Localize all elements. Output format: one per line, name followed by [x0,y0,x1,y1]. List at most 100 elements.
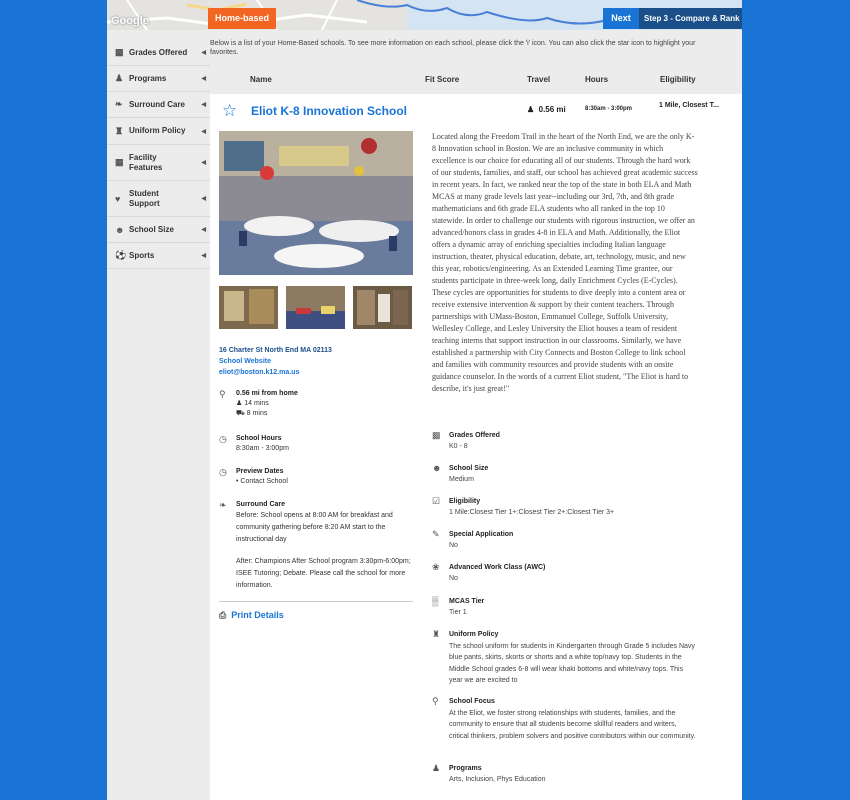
photo-thumbnail-1[interactable] [219,286,278,329]
detail-mcas-tier: ▒ MCAS Tier Tier 1 [432,596,698,618]
drive-time: ⛟ 8 mins [236,409,414,419]
detail-school-size: ☻ School Size Medium [432,463,698,485]
preview-dates-block: ◷ Preview Dates • Contact School [219,467,414,487]
shirt-icon: ♜ [432,629,441,639]
detail-title: MCAS Tier [449,598,485,605]
blocks-icon: ▩ [115,47,124,57]
app-frame: Google Home-based Next Step 3 - Compare … [107,0,742,800]
detail-value: Tier 1 [449,609,467,616]
hands-icon: ❧ [219,500,227,510]
surround-care-after: After: Champions After School program 3:… [236,558,411,589]
distance-from-home: 0.56 mi from home [236,390,298,397]
chevron-left-icon: ◀ [201,253,206,259]
preview-dates-value: • Contact School [236,478,288,485]
photo-thumbnail-3[interactable] [353,286,412,329]
sidebar-item-student-support[interactable]: ♥ Student Support ◀ [107,181,210,217]
school-name[interactable]: Eliot K-8 Innovation School [251,104,407,118]
home-based-tab[interactable]: Home-based [208,8,276,29]
magnifier-icon: ⚲ [432,696,439,706]
school-website-link[interactable]: School Website [219,356,332,367]
chevron-left-icon: ◀ [201,160,206,166]
detail-value: 1 Mile:Closest Tier 1+:Closest Tier 2+:C… [449,509,615,516]
sidebar-item-label: Uniform Policy [129,126,186,135]
preview-dates-title: Preview Dates [236,468,284,475]
sidebar-item-school-size[interactable]: ☻ School Size ◀ [107,217,210,243]
detail-value: Arts, Inclusion, Phys Education [449,776,546,783]
column-header-eligibility[interactable]: Eligibility [660,75,696,84]
school-address: 16 Charter St North End MA 02113 [219,347,332,354]
photo-thumbnail-2[interactable] [286,286,345,329]
person-icon: ♟ [115,73,124,83]
ribbon-icon: ❀ [432,562,440,572]
detail-value: Medium [449,476,474,483]
classroom-photo-graphic [219,131,413,275]
sidebar-item-label: Sports [129,250,155,260]
detail-school-focus: ⚲ School Focus At the Eliot, we foster s… [432,696,698,742]
detail-title: School Focus [449,698,495,705]
chevron-left-icon: ◀ [201,227,206,233]
sidebar-item-programs[interactable]: ♟ Programs ◀ [107,66,210,92]
column-header-travel[interactable]: Travel [527,75,550,84]
person-icon: ♟ [432,763,441,773]
library-photo-graphic [353,286,412,329]
surround-care-title: Surround Care [236,501,286,508]
detail-eligibility: ☑ Eligibility 1 Mile:Closest Tier 1+:Clo… [432,496,698,518]
drive-time-value: 8 mins [246,410,268,417]
chevron-left-icon: ◀ [201,196,206,202]
step-label: Step 3 - Compare & Rank [644,14,740,23]
detail-value: No [449,575,458,582]
detail-title: Uniform Policy [449,631,499,638]
checklist-icon: ☑ [432,496,441,506]
walk-icon: ♟ [527,105,535,114]
detail-title: Advanced Work Class (AWC) [449,564,546,571]
detail-value: The school uniform for students in Kinde… [449,642,695,685]
distance-block: ⚲ 0.56 mi from home ♟ 14 mins ⛟ 8 mins [219,389,414,419]
school-detail-card: ☆ Eliot K-8 Innovation School ♟ 0.56 mi … [210,94,742,800]
sidebar-item-uniform-policy[interactable]: ♜ Uniform Policy ◀ [107,118,210,145]
column-header-fit-score[interactable]: Fit Score [425,75,459,84]
print-details-link[interactable]: ⎙ Print Details [219,610,284,621]
detail-uniform-policy: ♜ Uniform Policy The school uniform for … [432,629,698,687]
sidebar-item-label: Surround Care [129,99,186,109]
classroom-photo-graphic-2 [286,286,345,329]
sidebar-item-facility-features[interactable]: ▦ Facility Features ◀ [107,145,210,181]
sidebar-item-grades-offered[interactable]: ▩ Grades Offered ◀ [107,40,210,66]
detail-special-application: ✎ Special Application No [432,529,698,551]
surround-care-before: Before: School opens at 8:00 AM for brea… [236,512,393,543]
step-compare-rank-button[interactable]: Step 3 - Compare & Rank [639,8,742,29]
sidebar-item-label: Grades Offered [129,47,188,57]
next-button[interactable]: Next [603,8,639,29]
school-hours-cell: 8:30am - 3:00pm [585,106,633,112]
school-main-photo[interactable] [219,131,413,275]
eligibility-cell: 1 Mile, Closest T... [659,102,719,109]
column-header-name[interactable]: Name [250,75,272,84]
detail-title: Grades Offered [449,432,500,439]
travel-value: 0.56 mi [538,105,566,114]
building-icon: ▦ [115,157,124,167]
print-label: Print Details [231,610,284,620]
detail-title: Eligibility [449,498,481,505]
hands-icon: ❧ [115,99,123,109]
chevron-left-icon: ◀ [201,50,206,56]
detail-grades-offered: ▩ Grades Offered K0 - 8 [432,430,698,452]
school-hours-value: 8:30am - 3:00pm [236,445,289,452]
school-email-link[interactable]: eliot@boston.k12.ma.us [219,367,332,378]
filter-sidebar: ▩ Grades Offered ◀ ♟ Programs ◀ ❧ Surrou… [107,40,210,269]
detail-value: K0 - 8 [449,443,468,450]
sidebar-item-surround-care[interactable]: ❧ Surround Care ◀ [107,92,210,118]
favorite-star-icon[interactable]: ☆ [222,101,237,121]
walk-icon: ♟ [236,400,243,407]
hallway-photo-graphic [219,286,278,329]
sidebar-item-sports[interactable]: ⚽ Sports ◀ [107,243,210,269]
bar-chart-icon: ▒ [432,596,439,606]
car-icon: ⛟ [236,410,245,417]
blocks-icon: ▩ [432,430,441,440]
column-header-hours[interactable]: Hours [585,75,608,84]
ball-icon: ⚽ [115,250,127,260]
walk-time: ♟ 14 mins [236,399,414,409]
chevron-left-icon: ◀ [201,102,206,108]
group-icon: ☻ [115,224,125,235]
group-icon: ☻ [432,463,442,473]
shirt-icon: ♜ [115,125,124,136]
detail-programs: ♟ Programs Arts, Inclusion, Phys Educati… [432,763,698,785]
